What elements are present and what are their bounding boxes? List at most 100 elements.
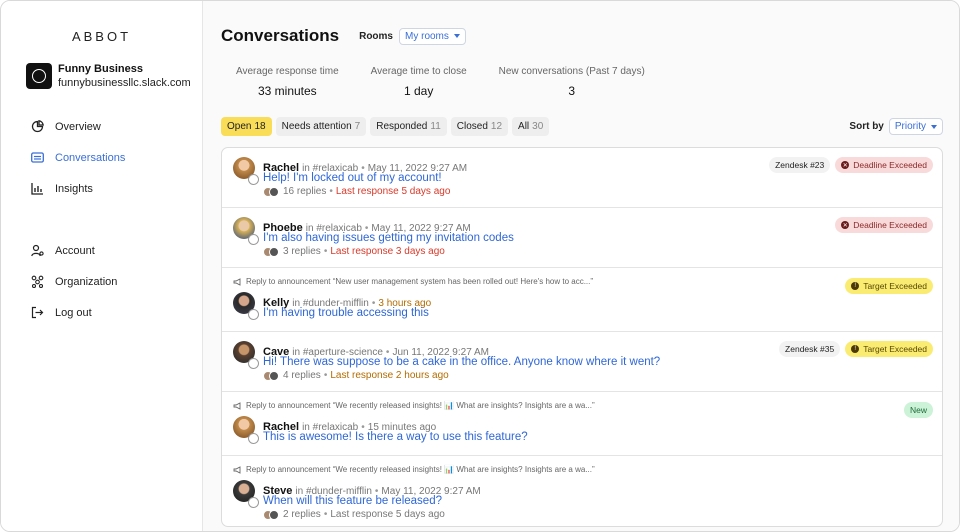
sidebar-item-label: Conversations xyxy=(55,151,126,164)
conversation-row[interactable]: ✕ Deadline Exceeded Phoebe in #relaxicab •… xyxy=(222,208,942,268)
stat-value: 33 minutes xyxy=(257,84,317,98)
alert-icon: ! xyxy=(851,345,860,353)
page-header: Conversations Rooms My rooms xyxy=(221,26,943,46)
workspace-logo xyxy=(26,63,52,89)
status-label: Target Exceeded xyxy=(863,344,927,354)
stats-bar: Average response time 33 minutes Average… xyxy=(236,66,943,98)
reply-count: 16 replies xyxy=(283,186,327,197)
stat-avg-response: Average response time 33 minutes xyxy=(236,66,339,98)
reply-avatars xyxy=(263,509,279,520)
reply-count: 2 replies xyxy=(283,509,321,520)
last-response: Last response 5 days ago xyxy=(330,509,445,520)
megaphone-icon xyxy=(233,277,242,286)
reply-avatars xyxy=(263,370,279,381)
announcement-text[interactable]: Reply to announcement “We recently relea… xyxy=(246,465,595,474)
tab-label: Open xyxy=(227,121,252,132)
page-title: Conversations xyxy=(221,26,340,45)
reply-count: 3 replies xyxy=(283,246,321,257)
filter-tabs: Open 18 Needs attention 7 Responded 11 Clos… xyxy=(221,117,943,136)
megaphone-icon xyxy=(233,465,242,474)
status-label: Deadline Exceeded xyxy=(853,220,927,230)
status-badge: ✕ Deadline Exceeded xyxy=(835,157,933,173)
tab-all[interactable]: All 30 xyxy=(512,117,550,136)
zendesk-badge[interactable]: Zendesk #35 xyxy=(779,341,841,357)
rooms-label: Rooms xyxy=(359,30,393,42)
sidebar-item-overview[interactable]: Overview xyxy=(1,111,202,142)
sidebar-item-label: Account xyxy=(55,244,95,257)
status-badge: New xyxy=(903,402,933,418)
reply-summary: 2 replies • Last response 5 days ago xyxy=(263,509,942,520)
message-link[interactable]: When will this feature be released? xyxy=(263,495,942,507)
reply-summary: 16 replies • Last response 5 days ago xyxy=(263,186,942,197)
tab-count: 11 xyxy=(430,121,441,132)
stat-value: 1 day xyxy=(403,84,434,98)
last-response: Last response 3 days ago xyxy=(330,246,445,257)
tab-label: Needs attention xyxy=(281,121,352,132)
tab-open[interactable]: Open 18 xyxy=(221,117,272,136)
tab-responded[interactable]: Responded 11 xyxy=(370,117,447,136)
sidebar-item-conversations[interactable]: Conversations xyxy=(1,142,202,173)
message-link[interactable]: I'm having trouble accessing this xyxy=(263,307,942,319)
avatar xyxy=(233,416,259,444)
tab-closed[interactable]: Closed 12 xyxy=(450,117,509,136)
message-link[interactable]: Hi! There was suppose to be a cake in th… xyxy=(263,356,942,368)
last-response: Last response 5 days ago xyxy=(335,186,451,197)
chevron-down-icon xyxy=(931,124,937,129)
status-badge: ✕ Deadline Exceeded xyxy=(835,217,933,233)
tab-count: 12 xyxy=(490,121,503,132)
brand-logo[interactable]: ABBOT xyxy=(1,29,202,44)
status-label: Deadline Exceeded xyxy=(853,160,927,170)
workspace-switcher[interactable]: Funny Business funnybusinessllc.slack.co… xyxy=(26,63,202,89)
logout-icon xyxy=(31,306,44,319)
sidebar-item-account[interactable]: Account xyxy=(1,235,202,266)
sort-dropdown[interactable]: Priority xyxy=(888,118,943,135)
conversation-row[interactable]: Zendesk #35 ! Target Exceeded Cave in #ap… xyxy=(222,332,942,392)
rooms-dropdown[interactable]: My rooms xyxy=(399,27,466,45)
announcement-text[interactable]: Reply to announcement “New user manageme… xyxy=(246,277,593,286)
tab-needs-attention[interactable]: Needs attention 7 xyxy=(275,117,367,136)
conversation-row[interactable]: ! Target Exceeded Reply to announcement “… xyxy=(222,268,942,332)
stat-label: Average response time xyxy=(236,66,339,77)
sidebar-item-organization[interactable]: Organization xyxy=(1,266,202,297)
close-icon: ✕ xyxy=(841,161,850,169)
tab-count: 7 xyxy=(354,121,361,132)
sidebar-nav: Overview Conversations Insights Account xyxy=(1,111,202,328)
avatar xyxy=(233,292,259,320)
conversation-row[interactable]: Zendesk #23 ✕ Deadline Exceeded Rachel in… xyxy=(222,148,942,208)
workspace-name: Funny Business xyxy=(58,63,143,75)
announcement-text[interactable]: Reply to announcement “We recently relea… xyxy=(246,401,595,410)
message-link[interactable]: Help! I'm locked out of my account! xyxy=(263,172,942,184)
main-content: Conversations Rooms My rooms Average res… xyxy=(203,1,959,531)
message-link[interactable]: I'm also having issues getting my invita… xyxy=(263,232,942,244)
reply-summary: 4 replies • Last response 2 hours ago xyxy=(263,370,942,381)
tab-label: Closed xyxy=(456,121,488,132)
last-response: Last response 2 hours ago xyxy=(330,370,449,381)
zendesk-badge[interactable]: Zendesk #23 xyxy=(769,157,831,173)
stat-label: New conversations (Past 7 days) xyxy=(498,66,645,77)
announcement-reply-note: Reply to announcement “We recently relea… xyxy=(233,392,942,410)
chevron-down-icon xyxy=(453,34,460,38)
reply-count: 4 replies xyxy=(283,370,321,381)
close-icon: ✕ xyxy=(841,221,850,229)
announcement-reply-note: Reply to announcement “We recently relea… xyxy=(233,456,942,474)
row-badges: New xyxy=(903,402,933,418)
row-badges: Zendesk #23 ✕ Deadline Exceeded xyxy=(769,157,933,173)
status-badge: ! Target Exceeded xyxy=(845,341,933,357)
sidebar-item-logout[interactable]: Log out xyxy=(1,297,202,328)
avatar xyxy=(233,341,259,369)
stat-value: 3 xyxy=(568,84,576,98)
sidebar: ABBOT Funny Business funnybusinessllc.sl… xyxy=(1,1,203,531)
sidebar-item-label: Organization xyxy=(55,275,118,288)
avatar xyxy=(233,157,259,185)
slack-icon xyxy=(248,358,259,369)
pie-chart-icon xyxy=(31,120,44,133)
conversation-row[interactable]: New Reply to announcement “We recently r… xyxy=(222,392,942,456)
tab-count: 30 xyxy=(532,121,544,132)
conversation-row[interactable]: Reply to announcement “We recently relea… xyxy=(222,456,942,526)
row-badges: ✕ Deadline Exceeded xyxy=(835,217,933,233)
conversation-list: Zendesk #23 ✕ Deadline Exceeded Rachel in… xyxy=(221,147,943,527)
message-link[interactable]: This is awesome! Is there a way to use t… xyxy=(263,431,942,443)
workspace-domain: funnybusinessllc.slack.com xyxy=(58,77,191,89)
row-badges: ! Target Exceeded xyxy=(845,278,933,294)
sidebar-item-insights[interactable]: Insights xyxy=(1,173,202,204)
